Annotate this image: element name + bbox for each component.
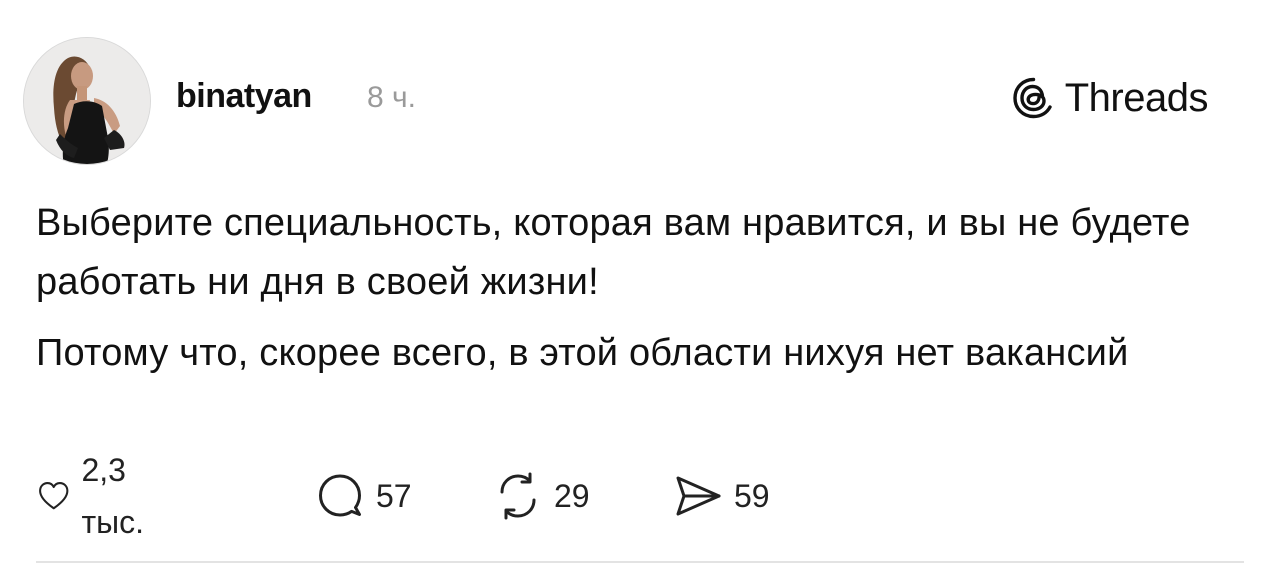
repost-icon <box>500 472 536 520</box>
reply-button[interactable]: 57 <box>314 470 412 522</box>
repost-button[interactable]: 29 <box>492 470 590 522</box>
post-paragraph: Потому что, скорее всего, в этой области… <box>36 332 1129 374</box>
share-count: 59 <box>734 478 770 514</box>
share-button[interactable]: 59 <box>672 470 770 522</box>
share-icon <box>676 476 721 516</box>
threads-post: binatyan 8 ч. Threads Выберите специальн… <box>0 0 1280 565</box>
post-paragraph: Выберите специальность, которая вам нрав… <box>36 202 1191 303</box>
reply-count: 57 <box>376 478 412 514</box>
avatar[interactable] <box>23 37 151 165</box>
repost-count: 29 <box>554 478 590 514</box>
threads-wordmark: Threads <box>1064 76 1209 120</box>
like-button[interactable]: 2,3 тыс. <box>36 452 161 540</box>
divider <box>36 561 1244 563</box>
post-time: 8 ч. <box>367 81 416 114</box>
threads-logo-icon <box>1013 77 1052 119</box>
comment-icon <box>319 474 361 517</box>
avatar-photo <box>24 38 150 164</box>
post-body: Выберите специальность, которая вам нрав… <box>36 194 1246 395</box>
username[interactable]: binatyan <box>176 74 312 118</box>
heart-icon <box>39 482 69 510</box>
threads-brand: Threads <box>1011 74 1209 122</box>
like-count: 2,3 тыс. <box>81 452 145 540</box>
